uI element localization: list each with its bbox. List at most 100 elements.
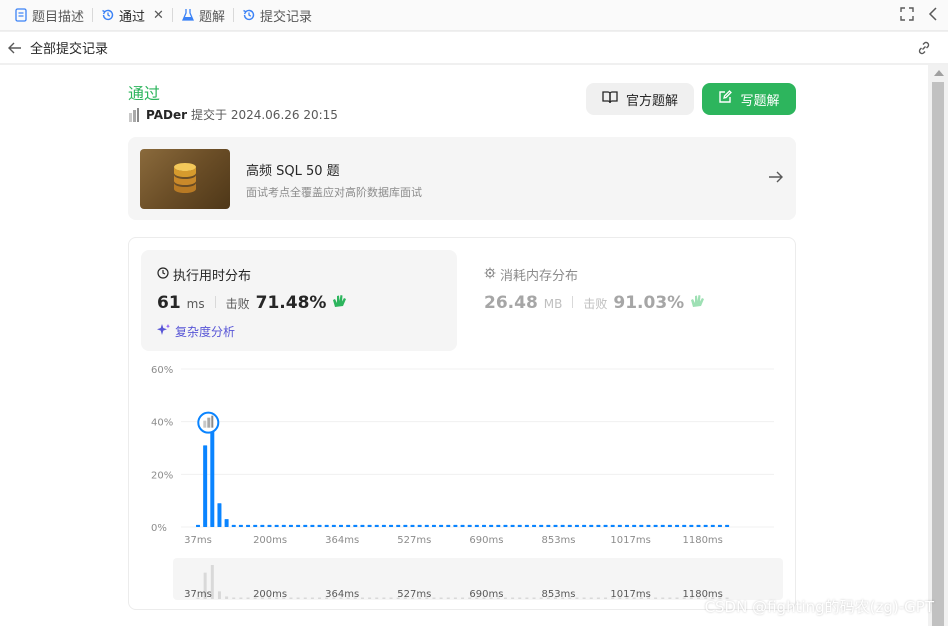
course-card[interactable]: 高频 SQL 50 题 面试考点全覆盖应对高阶数据库面试 — [128, 137, 796, 220]
chart-bar — [546, 524, 551, 527]
chart-bar — [596, 524, 601, 527]
x-tick-label: 1180ms — [682, 535, 722, 546]
scroller-bar — [318, 597, 322, 599]
submitter-info: PADer 提交于 2024.06.26 20:15 — [128, 106, 338, 123]
chart-bar — [460, 524, 465, 527]
chart-bar — [224, 519, 229, 527]
official-solution-button[interactable]: 官方题解 — [586, 83, 694, 115]
chart-bar — [553, 524, 558, 527]
chart-bar — [374, 524, 379, 527]
chart-bar — [489, 524, 494, 527]
y-tick-label: 60% — [151, 365, 173, 376]
scroller-bar — [303, 597, 307, 599]
chart-bar — [317, 524, 322, 527]
chart-bar — [582, 524, 587, 527]
scroller-bar — [604, 597, 608, 599]
chart-bar — [417, 524, 422, 527]
y-tick-label: 0% — [151, 523, 167, 534]
chart-bar — [431, 524, 436, 527]
link-icon[interactable] — [916, 40, 932, 60]
scroller-bar — [239, 597, 243, 599]
chart-bar — [353, 524, 358, 527]
chart-bar — [410, 524, 415, 527]
scroller-tick-label: 853ms — [541, 589, 575, 600]
all-submissions-link[interactable]: 全部提交记录 — [30, 38, 108, 57]
scroller-bar — [654, 597, 658, 599]
submission-subbar: 全部提交记录 — [0, 32, 948, 64]
scroller-tick-label: 690ms — [469, 589, 503, 600]
collapse-icon[interactable] — [928, 6, 938, 25]
tab-divider — [232, 8, 234, 22]
chart-bar — [310, 524, 315, 527]
chart-bar — [267, 524, 272, 527]
chart-bar — [539, 524, 544, 527]
close-icon[interactable]: ✕ — [153, 8, 164, 23]
chart-bar — [574, 524, 579, 527]
scroller-bar — [217, 591, 221, 599]
runtime-distribution-chart[interactable]: 60% 40% 20% 0% 37ms 200ms 364ms 527ms 690ms 853ms… — [129, 238, 797, 611]
x-tick-label: 37ms — [184, 535, 212, 546]
submitter-name[interactable]: PADer — [146, 108, 187, 122]
x-tick-label: 1017ms — [610, 535, 650, 546]
chart-bar — [339, 524, 343, 527]
watermark-text: CSDN @fighting的码农(zg)-GPT — [704, 598, 934, 616]
scroller-bar — [575, 597, 579, 599]
chart-bar — [703, 524, 708, 527]
course-title: 高频 SQL 50 题 — [246, 164, 340, 179]
chart-bar — [517, 524, 522, 527]
chart-bar — [260, 524, 265, 527]
scroller-bar — [503, 597, 507, 599]
tab-divider — [92, 8, 94, 22]
chart-bar — [617, 524, 622, 527]
chart-bar — [296, 524, 301, 527]
chart-bar — [403, 524, 408, 527]
tab-submissions[interactable]: 提交记录 — [236, 0, 318, 31]
chart-bar — [196, 524, 200, 527]
chart-bar — [238, 524, 243, 527]
write-solution-button[interactable]: 写题解 — [702, 83, 796, 115]
avatar-bar — [203, 420, 207, 428]
chart-bar — [675, 524, 680, 527]
tab-solutions[interactable]: 题解 — [175, 0, 231, 31]
tab-description[interactable]: 题目描述 — [8, 0, 90, 31]
scroller-bar — [461, 597, 465, 599]
chart-bar — [360, 524, 365, 527]
fullscreen-icon[interactable] — [900, 6, 914, 25]
scroller-tick-label: 527ms — [397, 589, 431, 600]
chart-bar — [331, 524, 336, 527]
chart-bar — [231, 524, 236, 527]
chart-bar — [682, 524, 687, 527]
scroller-bar — [439, 597, 443, 599]
tab-submissions-label: 提交记录 — [259, 9, 312, 25]
x-tick-label: 364ms — [325, 535, 359, 546]
chart-bar — [660, 524, 665, 527]
scroller-bar — [446, 597, 450, 599]
database-icon — [140, 149, 230, 209]
chart-bar — [396, 524, 401, 527]
scroller-bar — [246, 597, 250, 599]
chart-bar — [725, 524, 730, 527]
scroller-bar — [232, 597, 236, 599]
tab-actions — [900, 0, 938, 31]
chart-bar — [253, 524, 258, 527]
scroll-up-arrow-icon[interactable] — [934, 70, 944, 76]
write-solution-label: 写题解 — [740, 93, 780, 109]
x-tick-label: 527ms — [397, 535, 431, 546]
chart-bar — [474, 524, 479, 527]
scroller-bar — [675, 597, 679, 599]
tab-accepted[interactable]: 通过 ✕ — [95, 0, 170, 31]
scroller-bar — [360, 597, 364, 599]
submission-status: 通过 — [128, 84, 161, 103]
scroller-bar — [296, 597, 300, 599]
scroller-bar — [375, 597, 379, 599]
chart-bar — [367, 524, 372, 527]
back-arrow-icon[interactable] — [8, 42, 22, 54]
chart-bar — [496, 524, 501, 527]
avatar[interactable] — [128, 107, 142, 122]
scroller-bar — [368, 597, 372, 599]
scroller-bar — [582, 597, 586, 599]
chart-bar — [439, 524, 444, 527]
scroller-tick-label: 200ms — [253, 589, 287, 600]
scrollbar-thumb[interactable] — [932, 82, 944, 626]
history-icon — [101, 8, 115, 22]
